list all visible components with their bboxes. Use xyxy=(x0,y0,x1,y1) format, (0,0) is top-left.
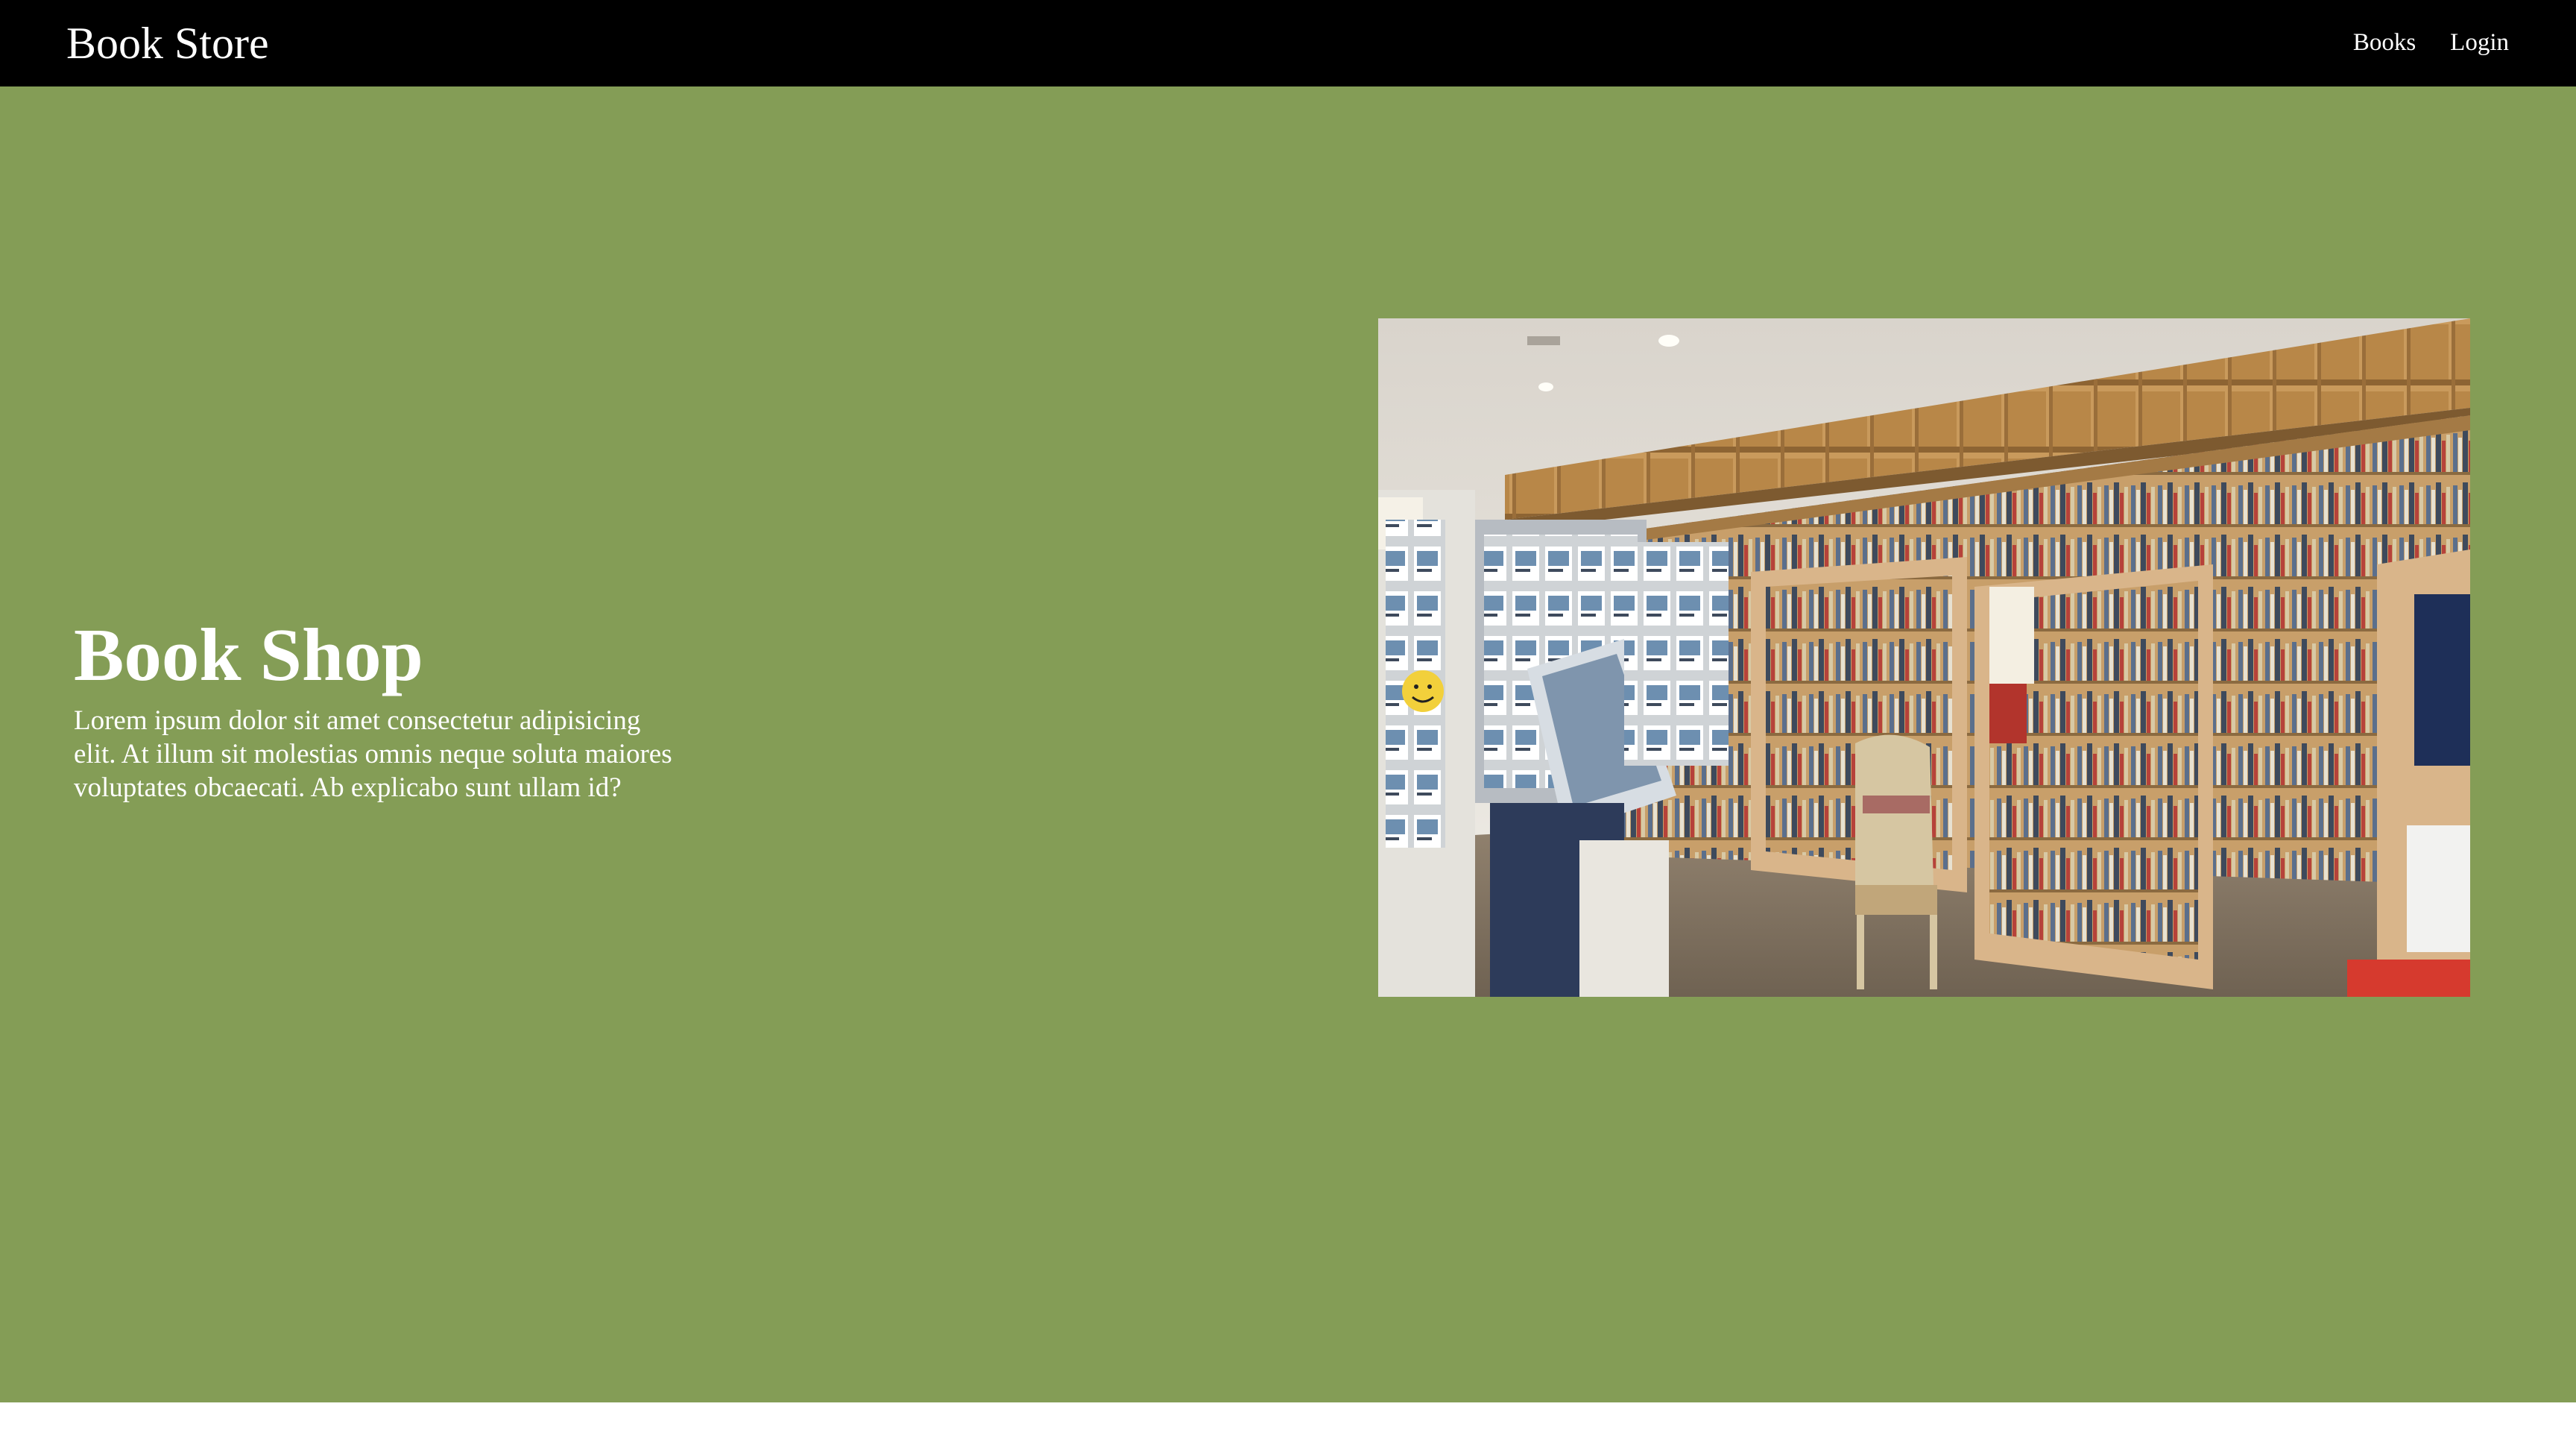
hero-text: Book Shop Lorem ipsum dolor sit amet con… xyxy=(74,611,685,804)
nav-link-books[interactable]: Books xyxy=(2353,25,2416,60)
bookstore-interior-image xyxy=(1378,318,2470,997)
nav-link-login[interactable]: Login xyxy=(2450,25,2509,60)
hero-description: Lorem ipsum dolor sit amet consectetur a… xyxy=(74,705,672,803)
navbar: Book Store Books Login xyxy=(0,0,2576,86)
hero-title: Book Shop xyxy=(74,613,423,696)
nav-links: Books Login xyxy=(2353,25,2509,60)
brand-link[interactable]: Book Store xyxy=(66,13,269,73)
